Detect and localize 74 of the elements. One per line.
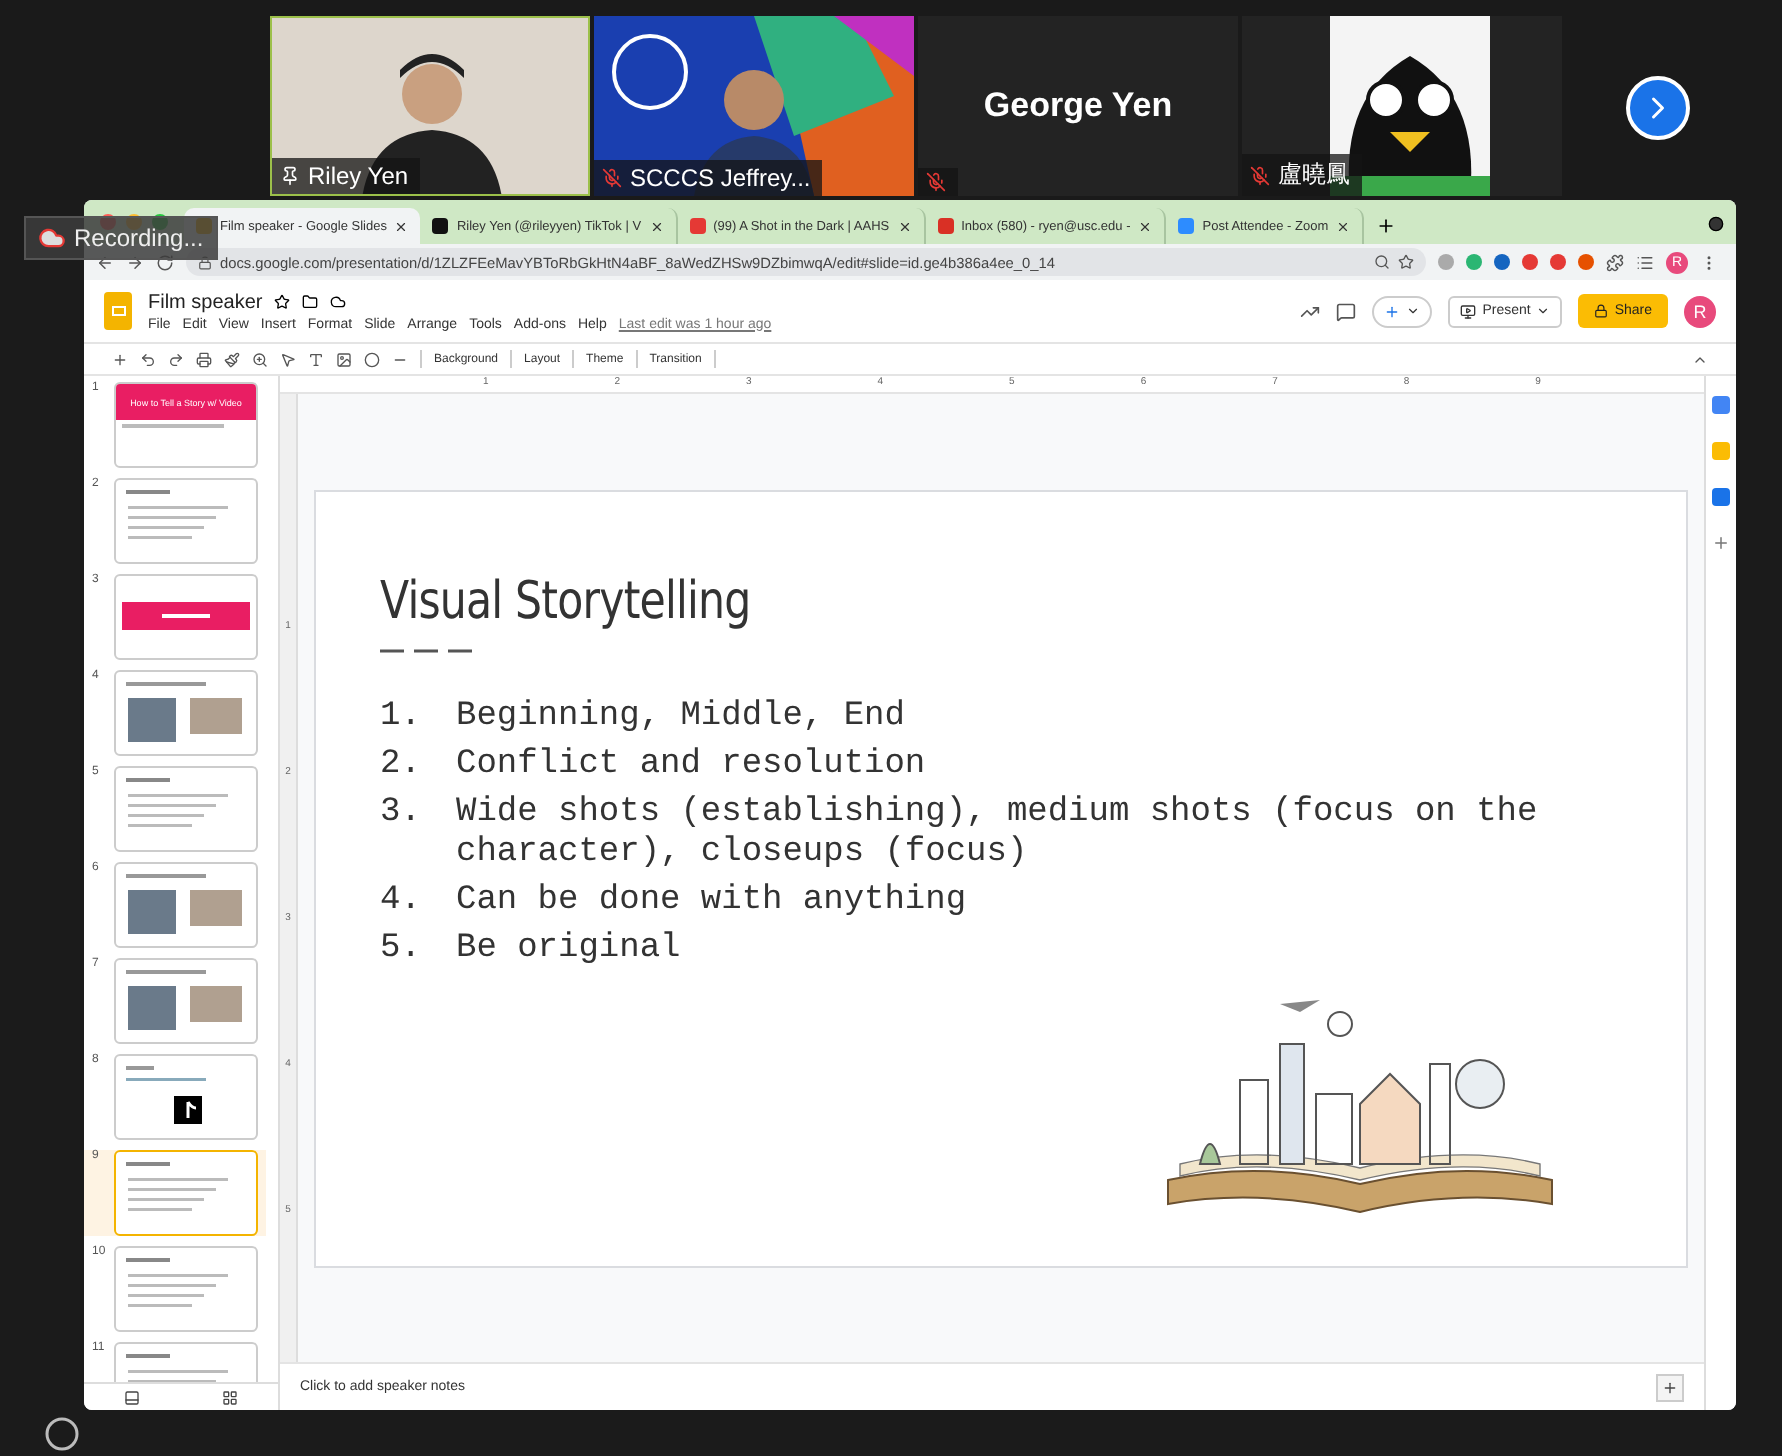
list-item: Beginning, Middle, End: [456, 697, 907, 737]
list-number: 2.: [380, 745, 423, 785]
caret-icon: [1406, 304, 1421, 318]
add-icon[interactable]: [112, 351, 128, 367]
star-icon[interactable]: [1398, 254, 1414, 270]
slide-title: Visual Storytelling: [380, 571, 753, 631]
document-title[interactable]: Film speaker: [148, 291, 263, 313]
paint-format-icon[interactable]: [224, 351, 240, 367]
search-icon: [1374, 254, 1390, 270]
slides-logo-icon: [104, 292, 132, 330]
participant-name: 盧曉鳳: [1278, 158, 1350, 192]
slide-thumbnail[interactable]: [114, 670, 258, 756]
plus-icon: [1662, 1379, 1678, 1395]
favicon-icon: [432, 218, 449, 234]
list-item: Can be done with anything: [456, 881, 969, 921]
participant-name: George Yen: [983, 86, 1173, 126]
slide-thumbnail[interactable]: [114, 766, 258, 852]
list-item: Wide shots (establishing), medium shots (focus on the character), closeups (focus): [456, 793, 1540, 873]
calendar-icon[interactable]: [1712, 396, 1730, 414]
star-icon[interactable]: [274, 294, 291, 310]
circle-icon[interactable]: [44, 1416, 80, 1452]
comment-icon[interactable]: [1336, 301, 1357, 321]
list-number: 3.: [380, 793, 423, 835]
cloud-icon: [330, 294, 347, 310]
slide-thumbnail[interactable]: [114, 574, 258, 660]
dash-rule-icon: [380, 647, 472, 653]
grid-view-icon[interactable]: [221, 1389, 238, 1405]
close-icon[interactable]: [1336, 219, 1351, 233]
slide-thumbnail[interactable]: [114, 1054, 258, 1140]
circle-icon[interactable]: [1708, 216, 1724, 232]
new-meeting-button[interactable]: [1372, 295, 1433, 327]
add-icon[interactable]: [1712, 534, 1730, 552]
close-icon[interactable]: [649, 219, 664, 233]
shape-icon[interactable]: [364, 351, 380, 367]
list-item: Conflict and resolution: [456, 745, 928, 785]
zoom-icon[interactable]: [252, 351, 268, 367]
text-box-icon[interactable]: [308, 351, 324, 367]
plus-icon: [1384, 303, 1401, 319]
image-icon[interactable]: [336, 351, 352, 367]
favicon-icon: [689, 218, 706, 234]
cloud-icon: [38, 224, 66, 252]
select-icon[interactable]: [280, 351, 296, 367]
close-icon[interactable]: [394, 219, 409, 233]
slide-thumbnail[interactable]: [114, 478, 258, 564]
participant-name: SCCCS Jeffrey...: [630, 164, 811, 192]
slide-thumbnail[interactable]: [114, 1150, 258, 1236]
caret-icon: [1536, 304, 1551, 318]
activity-icon[interactable]: [1300, 301, 1321, 321]
list-item: Be original: [456, 929, 683, 969]
list-number: 5.: [380, 929, 423, 969]
print-icon[interactable]: [196, 351, 212, 367]
lock-icon: [1594, 304, 1609, 318]
folder-icon[interactable]: [302, 294, 319, 310]
next-page-button[interactable]: [1626, 76, 1690, 140]
slide-thumbnail[interactable]: [114, 1246, 258, 1332]
present-icon: [1460, 303, 1477, 319]
favicon-icon: [1178, 218, 1195, 234]
add-note-button[interactable]: [1656, 1373, 1684, 1401]
filmstrip-view-icon[interactable]: [124, 1389, 141, 1405]
list-number: 1.: [380, 697, 423, 737]
slide-thumbnail[interactable]: [114, 958, 258, 1044]
slide-thumbnail[interactable]: [114, 862, 258, 948]
close-icon[interactable]: [1138, 219, 1153, 233]
playlist-icon[interactable]: [1636, 253, 1654, 271]
new-tab-icon[interactable]: [1376, 216, 1397, 236]
list-number: 4.: [380, 881, 423, 921]
favicon-icon: [937, 218, 954, 234]
redo-icon[interactable]: [168, 351, 184, 367]
puzzle-icon[interactable]: [1606, 253, 1624, 271]
undo-icon[interactable]: [140, 351, 156, 367]
participant-name: Riley Yen: [308, 162, 409, 190]
close-icon[interactable]: [897, 219, 912, 233]
tasks-icon[interactable]: [1712, 488, 1730, 506]
user-avatar[interactable]: R: [1684, 295, 1716, 327]
